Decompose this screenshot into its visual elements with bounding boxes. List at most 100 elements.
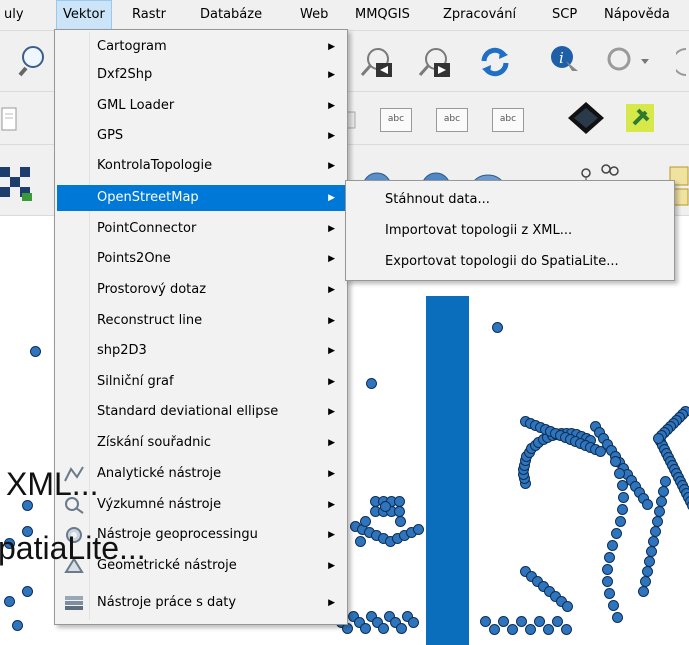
submenu-arrow-icon: ▶	[328, 469, 335, 479]
menu-item-nastroje-prace-s-daty[interactable]: Nástroje práce s daty ▶	[57, 590, 345, 616]
map-point	[543, 624, 554, 635]
refresh-icon[interactable]	[478, 45, 512, 79]
menu-item-standard-deviational-ellipse[interactable]: Standard deviational ellipse ▶	[57, 399, 345, 425]
zoom-next-icon[interactable]	[416, 45, 452, 81]
submenu-arrow-icon: ▶	[328, 131, 335, 141]
menu-item-silnicni-graf[interactable]: Silniční graf ▶	[57, 369, 345, 395]
map-point	[396, 623, 407, 634]
label-pin-icon[interactable]: abc	[380, 108, 412, 132]
partial-icon	[676, 48, 687, 76]
data-management-icon	[65, 596, 83, 610]
map-point	[614, 516, 626, 527]
submenu-arrow-icon: ▶	[328, 530, 335, 540]
menu-item-label: Points2One	[97, 251, 171, 266]
map-point	[366, 378, 377, 389]
menu-moduly[interactable]: uly	[4, 0, 24, 30]
map-point	[617, 492, 629, 503]
map-point	[489, 624, 500, 635]
menu-item-reconstruct-line[interactable]: Reconstruct line ▶	[57, 308, 345, 334]
menu-item-gml-loader[interactable]: GML Loader ▶	[57, 93, 345, 119]
map-point	[613, 468, 625, 479]
menu-item-kontrola-topologie[interactable]: KontrolaTopologie ▶	[57, 153, 345, 179]
map-point	[603, 552, 615, 563]
submenu-arrow-icon: ▶	[328, 316, 335, 326]
submenu-arrow-icon: ▶	[328, 407, 335, 417]
map-point	[611, 528, 623, 539]
menu-bar: uly Vektor Rastr Databáze Web MMQGIS Zpr…	[0, 0, 689, 31]
map-point	[602, 564, 614, 575]
submenu-arrow-icon: ▶	[328, 224, 335, 234]
map-point	[525, 624, 536, 635]
label-move-icon[interactable]: abc	[436, 108, 468, 132]
menu-item-label: Výzkumné nástroje	[97, 497, 222, 512]
menu-napoveda[interactable]: Nápověda	[604, 0, 670, 30]
menu-item-label: OpenStreetMap	[97, 190, 199, 205]
menu-vektor[interactable]: Vektor	[56, 0, 112, 30]
map-point	[360, 516, 371, 527]
menu-databaze[interactable]: Databáze	[200, 0, 262, 30]
raster-checker-icon[interactable]	[0, 167, 34, 201]
submenu-arrow-icon: ▶	[328, 346, 335, 356]
zoom-in-icon[interactable]	[18, 43, 52, 77]
menu-item-analyticke-nastroje[interactable]: Analytické nástroje ▶	[57, 461, 345, 487]
menu-web[interactable]: Web	[300, 0, 328, 30]
svg-text:i: i	[559, 49, 564, 67]
menu-item-label: Reconstruct line	[97, 313, 203, 328]
label-change-icon[interactable]: abc	[492, 108, 524, 132]
menu-item-points2one[interactable]: Points2One ▶	[57, 246, 345, 272]
zoom-previous-icon[interactable]	[358, 45, 394, 81]
map-bar	[426, 296, 469, 645]
map-point	[30, 346, 41, 357]
menu-item-label: shp2D3	[97, 343, 147, 358]
menu-item-prostorovy-dotaz[interactable]: Prostorový dotaz ▶	[57, 277, 345, 303]
identify-icon[interactable]: i	[548, 43, 582, 77]
menu-mmqgis[interactable]: MMQGIS	[355, 0, 410, 30]
map-point	[12, 620, 23, 631]
map-point	[642, 499, 653, 510]
plugin-diamond-icon[interactable]	[566, 100, 606, 136]
map-point	[607, 600, 619, 611]
menu-scp[interactable]: SCP	[552, 0, 577, 30]
menu-item-pointconnector[interactable]: PointConnector ▶	[57, 216, 345, 242]
map-point	[617, 504, 629, 515]
submenu-arrow-icon: ▶	[328, 193, 335, 203]
map-point	[360, 623, 371, 634]
menu-item-label: PointConnector	[97, 221, 197, 236]
menu-item-openstreetmap[interactable]: OpenStreetMap ▶	[57, 185, 345, 211]
map-point	[607, 540, 619, 551]
plugin-power-icon[interactable]	[624, 102, 656, 134]
submenu-item-importovat-topologii[interactable]: Importovat topologii z XML...	[385, 218, 572, 244]
map-point	[561, 624, 572, 635]
submenu-arrow-icon: ▶	[328, 285, 335, 295]
menu-item-cartogram[interactable]: Cartogram ▶	[57, 34, 345, 60]
map-point	[602, 576, 614, 587]
submenu-arrow-icon: ▶	[328, 254, 335, 264]
menu-item-gps[interactable]: GPS ▶	[57, 123, 345, 149]
menu-item-shp2d3[interactable]: shp2D3 ▶	[57, 338, 345, 364]
map-point	[22, 586, 33, 597]
map-point	[638, 586, 649, 597]
submenu-item-exportovat-topologii[interactable]: Exportovat topologii do SpatiaLite...	[385, 249, 619, 275]
menu-zpracovani[interactable]: Zpracování	[443, 0, 516, 30]
menu-item-vyzkumne-nastroje[interactable]: Výzkumné nástroje ▶	[57, 492, 345, 518]
submenu-arrow-icon: ▶	[328, 500, 335, 510]
menu-item-label: Silniční graf	[97, 374, 174, 389]
map-point	[492, 322, 503, 333]
menu-rastr[interactable]: Rastr	[132, 0, 166, 30]
select-features-icon[interactable]	[605, 45, 655, 79]
menu-item-label: Standard deviational ellipse	[97, 404, 279, 419]
menu-item-label: Cartogram	[97, 39, 167, 54]
map-point	[4, 596, 15, 607]
menu-item-ziskani-souradnic[interactable]: Získání souřadnic ▶	[57, 430, 345, 456]
menu-item-dxf2shp[interactable]: Dxf2Shp ▶	[57, 62, 345, 88]
map-point	[611, 612, 623, 623]
menu-item-label: GPS	[97, 128, 124, 143]
new-document-icon[interactable]	[0, 106, 18, 132]
map-point	[562, 601, 573, 612]
map-point	[380, 501, 391, 512]
submenu-arrow-icon: ▶	[328, 561, 335, 571]
menu-item-label: GML Loader	[97, 98, 175, 113]
submenu-item-stahnout-data[interactable]: Stáhnout data...	[385, 187, 490, 213]
submenu-arrow-icon: ▶	[328, 70, 335, 80]
submenu-arrow-icon: ▶	[328, 438, 335, 448]
